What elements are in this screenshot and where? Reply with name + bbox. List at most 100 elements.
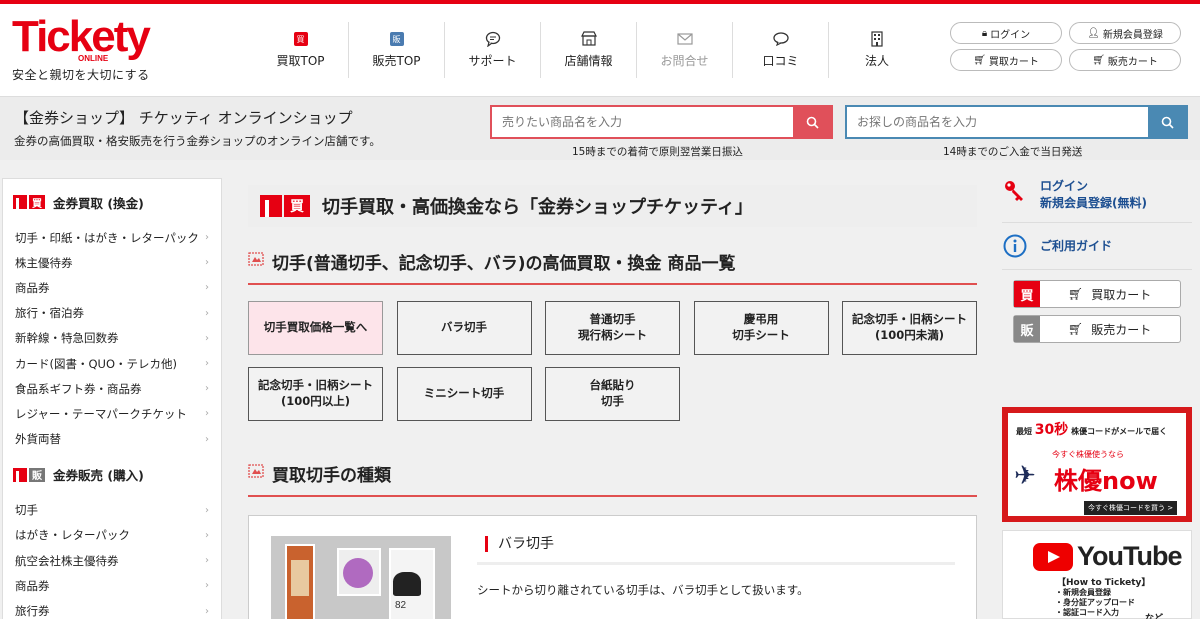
chevron-right-icon: › xyxy=(205,504,209,516)
category-sidebar: 買 金券買取 (換金) 切手・印紙・はがき・レターパック › 株主優待券 › 商品券 › 旅… xyxy=(2,178,222,619)
youtube-banner[interactable]: YouTube 【How to Tickety】 ・新規会員登録 ・身分証アップ… xyxy=(1002,530,1192,619)
chevron-right-icon: › xyxy=(205,358,209,370)
sidebar-item[interactable]: レジャー・テーマパークチケット › xyxy=(13,401,211,426)
nav-reviews[interactable]: 口コミ xyxy=(733,22,829,78)
sidebar-sell-heading: 販 金券販売 (購入) xyxy=(13,452,211,498)
sell-search-box xyxy=(490,105,833,139)
banner-buy-button[interactable]: 今すぐ株優コードを買う > xyxy=(1084,501,1178,515)
category-button[interactable]: ミニシート切手 xyxy=(396,367,532,421)
stamp-image: 82 xyxy=(271,536,451,619)
right-buy-cart-button[interactable]: 買 🛒︎ 買取カート xyxy=(1013,280,1181,308)
sidebar-item[interactable]: 外貨両替 › xyxy=(13,427,211,452)
buy-note: 14時までのご入金で当日発送 xyxy=(943,146,1083,158)
divider xyxy=(1002,269,1192,270)
youtube-text: YouTube xyxy=(1077,541,1182,571)
info-icon xyxy=(1002,233,1028,259)
card-text: シートから切り離されている切手は、バラ切手として扱います。 xyxy=(477,583,809,597)
sidebar-item-label: 旅行・宿泊券 xyxy=(15,306,84,321)
right-guide-link[interactable]: ご利用ガイド xyxy=(1002,233,1192,259)
cart-icon: 🛒︎ xyxy=(1092,54,1105,66)
sidebar-item-label: レジャー・テーマパークチケット xyxy=(15,406,187,421)
category-button[interactable]: 普通切手 現行柄シート xyxy=(545,301,680,355)
sidebar-item-label: 商品券 xyxy=(15,578,50,593)
sell-cart-label: 販売カート xyxy=(1107,56,1158,68)
header-sell-cart-button[interactable]: 🛒︎ 販売カート xyxy=(1069,49,1181,71)
sidebar-item-label: 食品系ギフト券・商品券 xyxy=(15,381,142,396)
nav-label: 店舗情報 xyxy=(564,54,613,68)
buy-tag: 買 xyxy=(1014,281,1040,307)
category-button[interactable]: 記念切手・旧柄シート (100円未満) xyxy=(842,301,977,355)
nav-support[interactable]: サポート xyxy=(445,22,541,78)
category-button[interactable]: 記念切手・旧柄シート (100円以上) xyxy=(248,367,383,421)
nav-label: お問合せ xyxy=(660,54,709,68)
sidebar-item-label: 外貨両替 xyxy=(15,432,61,447)
cart-icon: 🛒︎ xyxy=(1068,287,1084,301)
page-title-text: 切手買取・高価換金なら「金券ショップチケッティ」 xyxy=(322,197,753,218)
sell-tag: 販 xyxy=(1014,316,1040,342)
sidebar-item[interactable]: 切手・印紙・はがき・レターパック › xyxy=(13,225,211,250)
sell-cart-label: 販売カート xyxy=(1091,322,1152,337)
header-login-button[interactable]: 🔒︎ ログイン xyxy=(950,22,1062,44)
sidebar-item[interactable]: はがき・レターパック › xyxy=(13,523,211,548)
mail-icon xyxy=(676,31,693,47)
sidebar-item[interactable]: 株主優待券 › xyxy=(13,250,211,275)
nav-corporate[interactable]: 法人 xyxy=(829,22,925,78)
sidebar-item[interactable]: 新幹線・特急回数券 › xyxy=(13,326,211,351)
chevron-right-icon: › xyxy=(205,555,209,567)
register-link-text[interactable]: 新規会員登録(無料) xyxy=(1040,195,1147,212)
logo-text: Tickety xyxy=(12,12,151,61)
nav-store-info[interactable]: 店舗情報 xyxy=(541,22,637,78)
card-divider xyxy=(477,562,955,565)
nav-label: 口コミ xyxy=(762,54,799,68)
sidebar-item[interactable]: 食品系ギフト券・商品券 › xyxy=(13,376,211,401)
sidebar-item-label: はがき・レターパック xyxy=(15,528,130,543)
sidebar-item-label: カード(図書・QUO・テレカ他) xyxy=(15,356,177,371)
cart-icon: 🛒︎ xyxy=(1068,322,1084,336)
sidebar-item-label: 航空会社株主優待券 xyxy=(15,553,119,568)
heading-label: 金券買取 (換金) xyxy=(53,195,144,211)
site-logo[interactable]: Tickety ONLINE 安全と親切を大切にする xyxy=(12,12,162,83)
heading-label: 金券販売 (購入) xyxy=(53,468,144,484)
category-button[interactable]: 慶弔用 切手シート xyxy=(693,301,829,355)
sidebar-item-label: 新幹線・特急回数券 xyxy=(15,331,119,346)
chevron-right-icon: › xyxy=(205,433,209,445)
login-link-text[interactable]: ログイン xyxy=(1040,178,1147,195)
buy-category-list: 切手・印紙・はがき・レターパック › 株主優待券 › 商品券 › 旅行・宿泊券 › 新幹線・特急… xyxy=(13,225,211,452)
how-to-title: 【How to Tickety】 xyxy=(1057,578,1151,588)
nav-sell-top[interactable]: 販 販売TOP xyxy=(349,22,445,78)
sidebar-item-label: 切手 xyxy=(15,503,38,518)
how-to-item: ・新規会員登録 xyxy=(1055,588,1111,597)
sidebar-item[interactable]: 商品券 › xyxy=(13,275,211,300)
header-register-button[interactable]: 👤︎ 新規会員登録 xyxy=(1069,22,1181,44)
sidebar-item[interactable]: 切手 › xyxy=(13,498,211,523)
sidebar-item[interactable]: 旅行券 › xyxy=(13,598,211,619)
building-icon xyxy=(871,31,883,47)
sell-mark-icon: 販 xyxy=(13,467,45,482)
nav-contact[interactable]: お問合せ xyxy=(637,22,733,78)
page-title: 買 切手買取・高価換金なら「金券ショップチケッティ」 xyxy=(248,185,977,227)
nav-label: 買取TOP xyxy=(276,54,325,68)
buy-search-button[interactable] xyxy=(1148,107,1186,137)
sidebar-item[interactable]: カード(図書・QUO・テレカ他) › xyxy=(13,351,211,376)
sidebar-item[interactable]: 商品券 › xyxy=(13,573,211,598)
right-login-link[interactable]: ログイン 新規会員登録(無料) xyxy=(1002,178,1192,212)
how-to-item: ・身分証アップロード xyxy=(1055,598,1135,607)
category-button[interactable]: 台紙貼り 切手 xyxy=(545,367,680,421)
kabuyu-now-banner[interactable]: 最短 30秒 株優コードがメールで届く 今すぐ株優使うなら ✈ 株優now 今す… xyxy=(1002,407,1192,522)
price-list-button[interactable]: 切手買取価格一覧へ xyxy=(248,301,383,355)
header-buy-cart-button[interactable]: 🛒︎ 買取カート xyxy=(950,49,1062,71)
sidebar-item[interactable]: 航空会社株主優待券 › xyxy=(13,548,211,573)
comment-icon xyxy=(772,31,789,47)
sell-search-button[interactable] xyxy=(793,107,831,137)
sell-search-input[interactable] xyxy=(492,107,793,137)
nav-buy-top[interactable]: 買 買取TOP xyxy=(253,22,349,78)
account-buttons: 🔒︎ ログイン 👤︎ 新規会員登録 🛒︎ 買取カート 🛒︎ 販売カート xyxy=(950,22,1185,71)
sidebar-item[interactable]: 旅行・宿泊券 › xyxy=(13,301,211,326)
chevron-right-icon: › xyxy=(205,307,209,319)
sell-note: 15時までの着荷で原則翌営業日振込 xyxy=(572,146,743,158)
right-sell-cart-button[interactable]: 販 🛒︎ 販売カート xyxy=(1013,315,1181,343)
buy-search-input[interactable] xyxy=(847,107,1148,137)
category-button[interactable]: バラ切手 xyxy=(396,301,532,355)
section-product-list-title: 切手(普通切手、記念切手、バラ)の高価買取・換金 商品一覧 xyxy=(248,239,977,285)
chat-icon xyxy=(485,31,501,47)
